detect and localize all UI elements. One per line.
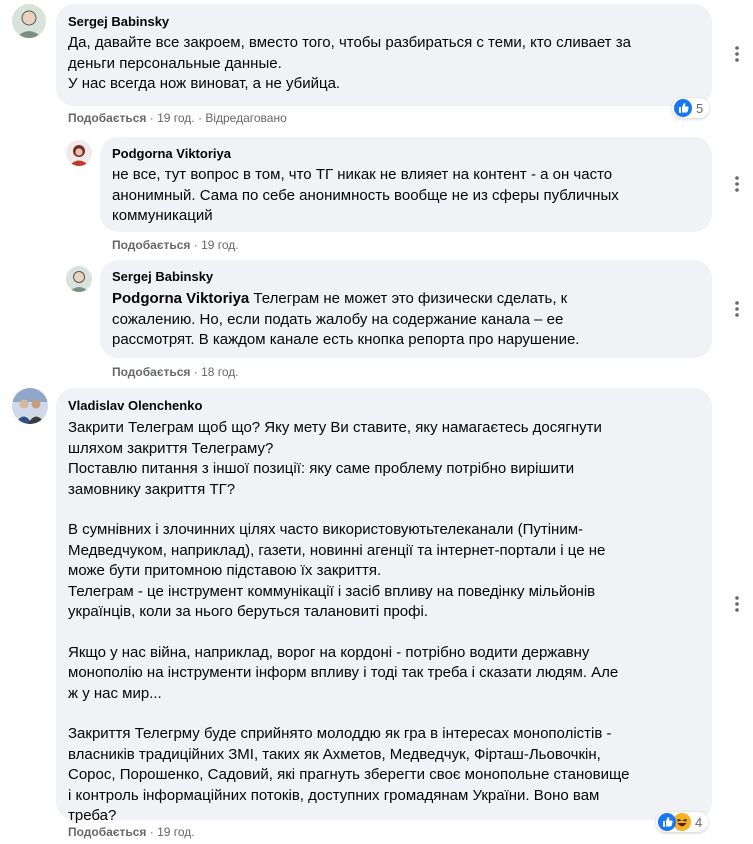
comment-line: Да, давайте все закроем, вместо того, чт…: [68, 34, 631, 51]
comment-line: рассмотрят. В каждом канале есть кнопка …: [112, 331, 580, 348]
timestamp[interactable]: 19 год.: [157, 111, 195, 125]
comment-actions: Подобається · 19 год.: [112, 237, 239, 253]
more-options-icon[interactable]: [734, 595, 740, 618]
comment-line: коммуникаций: [112, 207, 213, 224]
comment-line: анонимный. Сама по себе анонимность вооб…: [112, 186, 619, 204]
comment-line: Закриття Телегрму буде сприйнято молоддю…: [68, 725, 612, 742]
more-options-icon[interactable]: [734, 175, 740, 198]
comment-line: Медведчуком, наприклад), газети, новинні…: [68, 541, 606, 559]
comment-line: може бути притомною підставою їх закритт…: [68, 562, 382, 579]
reaction-count: 4: [695, 814, 703, 830]
comment-line: і контроль інформаційних потоків, доступ…: [68, 786, 600, 804]
comment-text: Закрити Телеграм щоб що? Яку мету Ви ста…: [68, 418, 700, 827]
comment-text: Да, давайте все закроем, вместо того, чт…: [68, 33, 700, 95]
like-button[interactable]: Подобається: [112, 365, 190, 379]
mention-link[interactable]: Podgorna Viktoriya: [112, 290, 249, 307]
thumbs-up-icon: [674, 99, 692, 117]
more-options-icon[interactable]: [734, 45, 740, 68]
separator: ·: [149, 825, 158, 839]
comment-line: монополію на інструменти інформ впливу і…: [68, 664, 619, 681]
comment-actions: Подобається · 19 год.: [68, 824, 195, 840]
comment-bubble: Vladislav Olenchenko Закрити Телеграм що…: [56, 388, 712, 824]
comment-actions: Подобається · 19 год. · Відредаговано: [68, 110, 287, 126]
comment-line: українців, коли за нього беруться талано…: [68, 603, 428, 620]
comment-actions: Подобається · 18 год.: [112, 364, 239, 380]
comment-line: деньги персональные данные.: [68, 54, 282, 72]
comment-line: У нас всегда нож виноват, а не убийца.: [68, 75, 341, 92]
avatar[interactable]: [12, 4, 46, 38]
comment-bubble: Sergej Babinsky Да, давайте все закроем,…: [56, 4, 712, 106]
separator: ·: [193, 238, 202, 252]
reaction-count: 5: [696, 100, 704, 116]
comment-line: шляхом закриття Телеграму?: [68, 439, 274, 457]
comment-author[interactable]: Sergej Babinsky: [112, 268, 700, 285]
comment-line: Podgorna Viktoriya Телеграм не может это…: [112, 289, 700, 310]
comment-line: сожалению. Но, если подать жалобу на сод…: [112, 310, 564, 328]
separator: ·: [149, 111, 158, 125]
comment-author[interactable]: Podgorna Viktoriya: [112, 145, 700, 162]
comment-author[interactable]: Sergej Babinsky: [68, 13, 700, 30]
comment-text: Podgorna Viktoriya Телеграм не может это…: [112, 289, 700, 351]
avatar[interactable]: [66, 140, 92, 166]
comment-text: не все, тут вопрос в том, что ТГ никак н…: [112, 165, 700, 227]
like-button[interactable]: Подобається: [112, 238, 190, 252]
comment-bubble: Podgorna Viktoriya не все, тут вопрос в …: [100, 137, 712, 232]
avatar[interactable]: [12, 388, 48, 424]
timestamp[interactable]: 19 год.: [157, 825, 195, 839]
comment-line: власників традиційних ЗМІ, таких як Ахме…: [68, 745, 601, 763]
comment-author[interactable]: Vladislav Olenchenko: [68, 397, 700, 414]
comment-line-rest: Телеграм не может это физически сделать,…: [249, 290, 568, 307]
avatar[interactable]: [66, 266, 92, 292]
timestamp[interactable]: 19 год.: [201, 238, 239, 252]
reaction-summary[interactable]: 5: [672, 98, 710, 118]
comment-line: ж у нас мир...: [68, 684, 162, 702]
comment-line: не все, тут вопрос в том, что ТГ никак н…: [112, 166, 613, 183]
comment-line: В сумнівних і злочинних цілях часто вико…: [68, 521, 584, 538]
reaction-summary[interactable]: 4: [656, 812, 709, 832]
comment-line: Якщо у нас війна, наприклад, ворог на ко…: [68, 643, 590, 661]
like-button[interactable]: Подобається: [68, 825, 146, 839]
thumbs-up-icon: [658, 813, 676, 831]
separator: ·: [193, 365, 202, 379]
more-options-icon[interactable]: [734, 300, 740, 323]
like-button[interactable]: Подобається: [68, 111, 146, 125]
comment-line: Сорос, Порошенко, Садовий, які прагнуть …: [68, 766, 630, 783]
comment-line: Телеграм - це інструмент коммунікації і …: [68, 582, 596, 600]
timestamp[interactable]: 18 год.: [201, 365, 239, 379]
edited-label: Відредаговано: [205, 111, 287, 125]
comment-line: замовнику закриття ТГ?: [68, 480, 236, 498]
comment-line: Закрити Телеграм щоб що? Яку мету Ви ста…: [68, 419, 602, 436]
comment-bubble: Sergej Babinsky Podgorna Viktoriya Телег…: [100, 260, 712, 358]
comment-line: Поставлю питання з іншої позиції: яку са…: [68, 460, 575, 477]
